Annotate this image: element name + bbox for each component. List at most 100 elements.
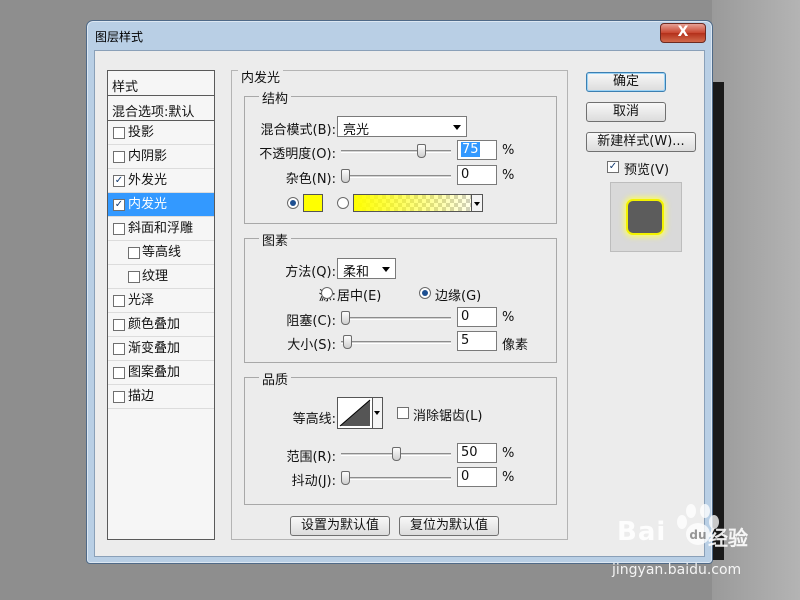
choke-thumb[interactable]	[341, 311, 350, 325]
choke-input[interactable]: 0	[457, 307, 497, 327]
glow-color-swatch[interactable]	[303, 194, 323, 212]
style-item-label: 内阴影	[128, 149, 168, 164]
opacity-value: 75	[461, 142, 480, 157]
ok-button[interactable]: 确定	[586, 72, 666, 92]
style-item[interactable]: 内阴影	[108, 145, 214, 169]
cancel-button[interactable]: 取消	[586, 102, 666, 122]
new-style-button[interactable]: 新建样式(W)...	[586, 132, 696, 152]
style-item[interactable]: 图案叠加	[108, 361, 214, 385]
style-item-label: 描边	[128, 389, 155, 404]
close-icon: X	[677, 24, 689, 40]
choke-value: 0	[461, 309, 470, 324]
contour-dropdown[interactable]	[372, 397, 383, 429]
style-item-checkbox[interactable]: ✓	[113, 199, 125, 211]
style-item[interactable]: 纹理	[108, 265, 214, 289]
jitter-slider[interactable]	[341, 471, 451, 485]
gradient-radio[interactable]	[337, 197, 349, 209]
blend-options-item[interactable]: 混合选项:默认	[108, 96, 214, 121]
opacity-thumb[interactable]	[417, 144, 426, 158]
style-item[interactable]: 光泽	[108, 289, 214, 313]
jitter-input[interactable]: 0	[457, 467, 497, 487]
jitter-track	[341, 477, 451, 480]
range-input[interactable]: 50	[457, 443, 497, 463]
size-thumb[interactable]	[343, 335, 352, 349]
technique-select[interactable]: 柔和	[337, 258, 396, 280]
style-item-checkbox[interactable]	[113, 223, 125, 235]
range-thumb[interactable]	[392, 447, 401, 461]
antialias-label[interactable]: 消除锯齿(L)	[413, 405, 482, 424]
noise-thumb[interactable]	[341, 169, 350, 183]
panel-title: 内发光	[238, 67, 284, 86]
noise-slider[interactable]	[341, 169, 451, 183]
noise-input[interactable]: 0	[457, 165, 497, 185]
style-item-checkbox[interactable]	[128, 247, 140, 259]
size-track	[341, 341, 451, 344]
opacity-input[interactable]: 75	[457, 140, 497, 160]
chevron-down-icon	[382, 267, 390, 272]
opacity-slider[interactable]	[341, 144, 451, 158]
svg-text:du: du	[689, 528, 706, 542]
source-center-radio[interactable]	[321, 287, 333, 299]
solid-color-radio[interactable]	[287, 197, 299, 209]
style-item-checkbox[interactable]	[113, 391, 125, 403]
style-item[interactable]: 渐变叠加	[108, 337, 214, 361]
size-input[interactable]: 5	[457, 331, 497, 351]
style-item-checkbox[interactable]	[113, 343, 125, 355]
style-item[interactable]: 投影	[108, 121, 214, 145]
range-unit: %	[502, 446, 515, 461]
noise-unit: %	[502, 168, 515, 183]
inner-glow-panel: 内发光 结构 混合模式(B): 亮光 不透明度(O): 75 % 杂色(N): …	[231, 67, 568, 540]
opacity-label: 不透明度(O):	[259, 147, 336, 162]
range-label: 范围(R):	[286, 450, 336, 465]
opacity-unit: %	[502, 143, 515, 158]
close-button[interactable]: X	[660, 23, 706, 43]
antialias-checkbox[interactable]	[397, 407, 409, 419]
size-slider[interactable]	[341, 335, 451, 349]
range-value: 50	[461, 445, 478, 460]
structure-group: 结构 混合模式(B): 亮光 不透明度(O): 75 % 杂色(N): 0 %	[244, 88, 557, 224]
preview-label[interactable]: 预览(V)	[624, 159, 669, 178]
style-item-label: 渐变叠加	[128, 341, 181, 356]
choke-track	[341, 317, 451, 320]
gradient-picker[interactable]	[353, 194, 483, 212]
style-item-label: 斜面和浮雕	[128, 221, 194, 236]
style-item-checkbox[interactable]	[113, 127, 125, 139]
preview-checkbox[interactable]: ✓	[607, 161, 619, 173]
style-item[interactable]: 斜面和浮雕	[108, 217, 214, 241]
contour-picker[interactable]	[337, 397, 373, 429]
set-default-button[interactable]: 设置为默认值	[290, 516, 390, 536]
opacity-track	[341, 150, 451, 153]
style-item-checkbox[interactable]	[113, 295, 125, 307]
style-item[interactable]: ✓ 内发光	[108, 193, 214, 217]
style-item[interactable]: 颜色叠加	[108, 313, 214, 337]
contour-curve-icon	[339, 399, 371, 427]
style-item-checkbox[interactable]	[113, 367, 125, 379]
jitter-thumb[interactable]	[341, 471, 350, 485]
style-item[interactable]: ✓ 外发光	[108, 169, 214, 193]
style-item-label: 内发光	[128, 197, 168, 212]
choke-slider[interactable]	[341, 311, 451, 325]
style-item[interactable]: 描边	[108, 385, 214, 409]
style-item-checkbox[interactable]	[113, 151, 125, 163]
style-item-checkbox[interactable]	[128, 271, 140, 283]
style-item[interactable]: 等高线	[108, 241, 214, 265]
window-title: 图层样式	[95, 30, 144, 44]
reset-default-button[interactable]: 复位为默认值	[399, 516, 499, 536]
gradient-dropdown[interactable]	[471, 194, 483, 212]
quality-title: 品质	[259, 369, 292, 388]
watermark-url: jingyan.baidu.com	[612, 562, 742, 578]
blend-mode-select[interactable]: 亮光	[337, 116, 467, 138]
style-list: 样式 混合选项:默认 投影 内阴影 ✓ 外发光 ✓ 内发光 斜面和浮雕 等高线 纹理 光泽 颜色叠加…	[107, 70, 215, 540]
style-item-label: 纹理	[142, 269, 169, 284]
source-edge-label[interactable]: 边缘(G)	[435, 285, 481, 304]
source-center-label[interactable]: 居中(E)	[337, 285, 381, 304]
style-item-checkbox[interactable]: ✓	[113, 175, 125, 187]
title-bar[interactable]: 图层样式 X	[87, 21, 712, 49]
style-list-header[interactable]: 样式	[108, 71, 214, 96]
style-item-label: 投影	[128, 125, 155, 140]
choke-unit: %	[502, 310, 515, 325]
size-unit: 像素	[502, 338, 529, 353]
style-item-checkbox[interactable]	[113, 319, 125, 331]
source-edge-radio[interactable]	[419, 287, 431, 299]
range-slider[interactable]	[341, 447, 451, 461]
